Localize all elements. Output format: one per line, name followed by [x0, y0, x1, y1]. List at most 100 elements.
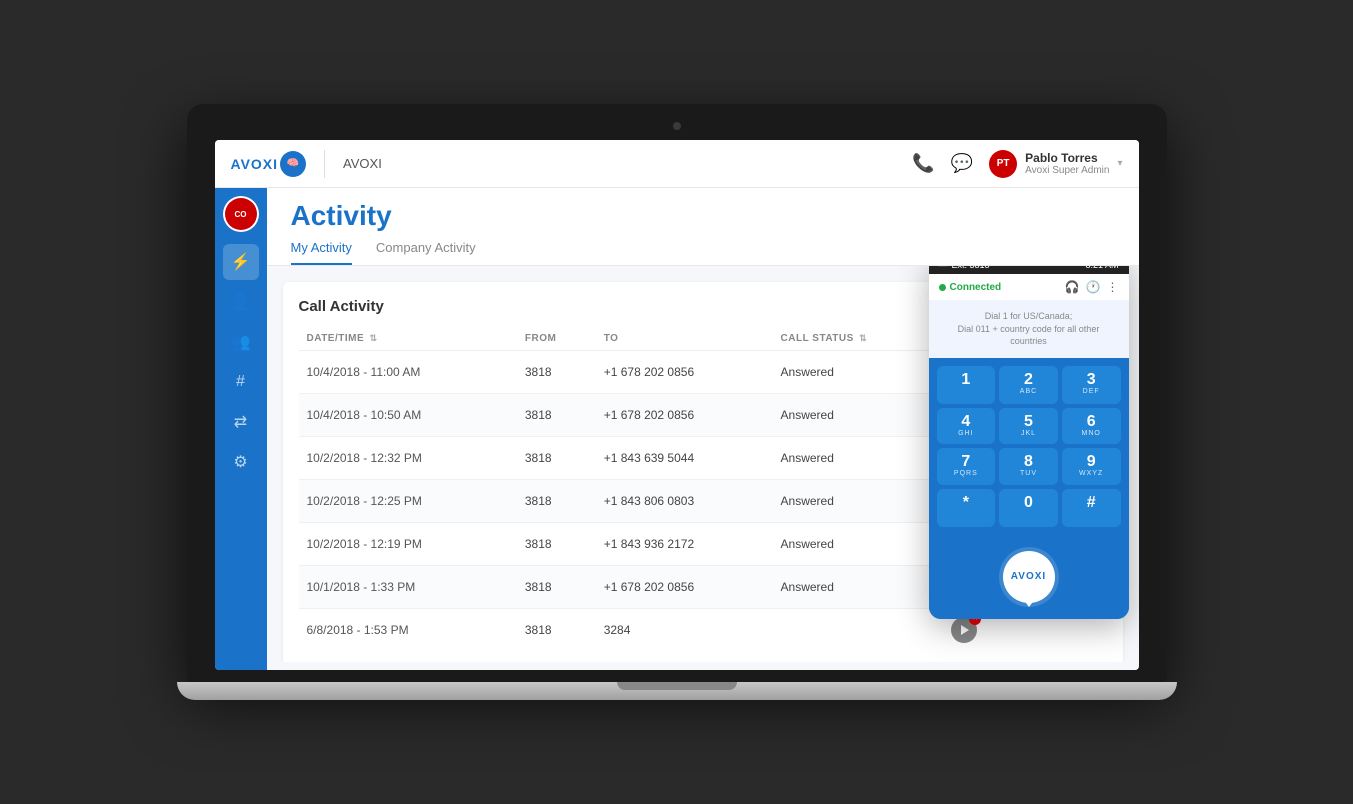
headset-icon[interactable]: 🎧	[1065, 280, 1080, 294]
company-logo: CO	[225, 198, 257, 230]
play-button-error[interactable]	[951, 617, 977, 643]
sidebar-item-settings[interactable]: ⚙	[223, 444, 259, 480]
cell-from: 3818	[517, 566, 596, 609]
key-button-6[interactable]: 6 MNO	[1062, 408, 1121, 444]
col-from: FROM	[517, 327, 596, 351]
clock-icon[interactable]: 🕐	[1086, 280, 1101, 294]
key-button-7[interactable]: 7 PQRS	[937, 448, 996, 484]
cell-from: 3818	[517, 394, 596, 437]
phone-time: 8:21 AM	[1085, 266, 1118, 270]
key-number: #	[1062, 495, 1121, 511]
avoxi-logo: AVOXI 🧠	[231, 151, 307, 177]
contacts-icon: 👤	[231, 292, 251, 312]
cell-from: 3818	[517, 480, 596, 523]
key-button-9[interactable]: 9 WXYZ	[1062, 448, 1121, 484]
key-button-#[interactable]: #	[1062, 489, 1121, 527]
cell-status: Answered	[773, 437, 943, 480]
avoxi-phone-text: AVOXI	[1011, 571, 1046, 582]
col-to: TO	[596, 327, 773, 351]
key-number: 0	[999, 495, 1058, 511]
cell-datetime: 10/1/2018 - 1:33 PM	[299, 566, 517, 609]
connected-badge: Connected	[939, 282, 1002, 293]
user-name: Pablo Torres	[1025, 151, 1109, 165]
more-icon[interactable]: ⋮	[1107, 280, 1119, 294]
cell-to: 3284	[596, 609, 773, 652]
logo-divider	[324, 150, 325, 178]
cell-from: 3818	[517, 523, 596, 566]
user-details: Pablo Torres Avoxi Super Admin	[1025, 151, 1109, 176]
cell-to: +1 843 806 0803	[596, 480, 773, 523]
user-role: Avoxi Super Admin	[1025, 165, 1109, 176]
cell-datetime: 10/4/2018 - 11:00 AM	[299, 351, 517, 394]
key-letters: GHI	[937, 430, 996, 438]
sidebar-item-routing[interactable]: ⇄	[223, 404, 259, 440]
sidebar-item-activity[interactable]: ⚡	[223, 244, 259, 280]
key-number: 3	[1062, 372, 1121, 388]
key-button-2[interactable]: 2 ABC	[999, 366, 1058, 404]
tab-my-activity[interactable]: My Activity	[291, 240, 352, 265]
key-letters: ABC	[999, 388, 1058, 396]
key-button-*[interactable]: *	[937, 489, 996, 527]
key-number: 8	[999, 454, 1058, 470]
genius-badge: 🧠	[280, 151, 306, 177]
connected-dot	[939, 284, 946, 291]
key-button-1[interactable]: 1	[937, 366, 996, 404]
key-number: *	[937, 495, 996, 511]
connected-label: Connected	[950, 282, 1002, 293]
cell-datetime: 10/2/2018 - 12:19 PM	[299, 523, 517, 566]
sort-icon-datetime: ⇅	[369, 333, 377, 344]
cell-datetime: 10/2/2018 - 12:32 PM	[299, 437, 517, 480]
phone-dialer: — Ext. 3818 8:21 AM Connected	[929, 266, 1129, 619]
dial-display[interactable]: Dial 1 for US/Canada; Dial 011 + country…	[929, 300, 1129, 358]
key-button-3[interactable]: 3 DEF	[1062, 366, 1121, 404]
key-number: 5	[999, 414, 1058, 430]
keypad: 1 2 ABC 3 DEF 4 GHI 5 JKL 6 MNO 7 PQRS 8…	[929, 358, 1129, 535]
cell-status: Answered	[773, 523, 943, 566]
key-button-0[interactable]: 0	[999, 489, 1058, 527]
key-button-5[interactable]: 5 JKL	[999, 408, 1058, 444]
dial-hint-line2: Dial 011 + country code for all other co…	[941, 323, 1117, 348]
voicemail-icon[interactable]: 💬	[951, 153, 973, 174]
cell-status: Answered	[773, 351, 943, 394]
avoxi-inner-logo: AVOXI	[1003, 551, 1055, 603]
tab-company-activity[interactable]: Company Activity	[376, 240, 476, 265]
topbar-right: 📞 💬 PT Pablo Torres Avoxi Super Admin ▾	[912, 150, 1122, 178]
key-letters: WXYZ	[1062, 470, 1121, 478]
cell-datetime: 6/8/2018 - 1:53 PM	[299, 609, 517, 652]
logo-area: AVOXI 🧠 AVOXI	[231, 150, 382, 178]
content-area: Activity My Activity Company Activity Ca…	[267, 188, 1139, 670]
sidebar-item-groups[interactable]: 👥	[223, 324, 259, 360]
key-number: 9	[1062, 454, 1121, 470]
key-button-4[interactable]: 4 GHI	[937, 408, 996, 444]
avoxi-logo-text: AVOXI	[231, 156, 279, 172]
cell-status: Answered	[773, 480, 943, 523]
content-header: Activity My Activity Company Activity	[267, 188, 1139, 266]
col-status: CALL STATUS ⇅	[773, 327, 943, 351]
main-layout: CO ⚡ 👤 👥 # ⇄	[215, 188, 1139, 670]
key-number: 1	[937, 372, 996, 388]
key-number: 4	[937, 414, 996, 430]
topbar: AVOXI 🧠 AVOXI 📞 💬 PT	[215, 140, 1139, 188]
sidebar-item-hashtag[interactable]: #	[223, 364, 259, 400]
phone-icon[interactable]: 📞	[912, 153, 934, 174]
settings-icon: ⚙	[233, 452, 247, 472]
cell-status: Answered	[773, 394, 943, 437]
phone-status-bar: — Ext. 3818 8:21 AM	[929, 266, 1129, 274]
sidebar-item-contacts[interactable]: 👤	[223, 284, 259, 320]
genius-icon: 🧠	[287, 158, 299, 169]
cell-from: 3818	[517, 351, 596, 394]
key-button-8[interactable]: 8 TUV	[999, 448, 1058, 484]
hashtag-icon: #	[236, 373, 245, 391]
cell-datetime: 10/2/2018 - 12:25 PM	[299, 480, 517, 523]
key-number: 7	[937, 454, 996, 470]
phone-action-icons: 🎧 🕐 ⋮	[1065, 280, 1119, 294]
key-number: 2	[999, 372, 1058, 388]
cell-from: 3818	[517, 437, 596, 480]
user-info[interactable]: PT Pablo Torres Avoxi Super Admin ▾	[989, 150, 1122, 178]
screen-bezel: AVOXI 🧠 AVOXI 📞 💬 PT	[187, 104, 1167, 682]
phone-back-icon: —	[939, 266, 948, 270]
page-title: Activity	[291, 200, 1115, 232]
dial-hint-line1: Dial 1 for US/Canada;	[941, 310, 1117, 323]
app-name: AVOXI	[343, 156, 382, 171]
cell-to: +1 843 639 5044	[596, 437, 773, 480]
